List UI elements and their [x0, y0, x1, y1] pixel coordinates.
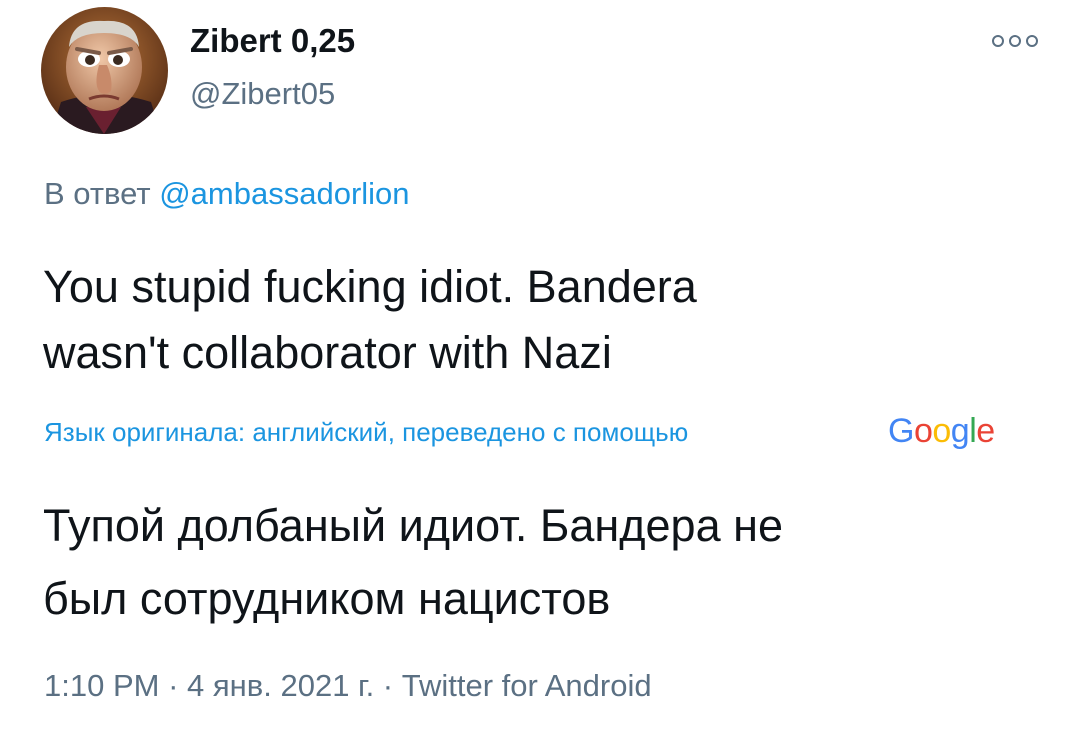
author-handle[interactable]: @Zibert05 [190, 76, 335, 112]
avatar-image [41, 7, 168, 134]
tweet-time[interactable]: 1:10 PM [44, 668, 159, 703]
tweet: Zibert 0,25 @Zibert05 В ответ @ambassado… [0, 0, 1080, 751]
tweet-source-link[interactable]: Twitter for Android [402, 668, 652, 703]
google-logo: Google [888, 412, 995, 450]
reply-prefix: В ответ [44, 176, 151, 211]
translation-note[interactable]: Язык оригинала: английский, переведено с… [44, 417, 688, 448]
tweet-text-line: wasn't collaborator with Nazi [43, 327, 612, 378]
author-display-name[interactable]: Zibert 0,25 [190, 22, 355, 60]
meta-separator: · [374, 668, 402, 703]
more-options-icon [992, 35, 1038, 47]
tweet-meta: 1:10 PM · 4 янв. 2021 г. · Twitter for A… [44, 668, 652, 704]
reply-context: В ответ @ambassadorlion [44, 176, 410, 212]
tweet-text-line: You stupid fucking idiot. Bandera [43, 261, 697, 312]
tweet-date[interactable]: 4 янв. 2021 г. [187, 668, 374, 703]
reply-mention-link[interactable]: @ambassadorlion [159, 176, 409, 211]
translated-text: Тупой долбаный идиот. Бандера не был сот… [43, 489, 1053, 635]
avatar[interactable] [41, 7, 168, 134]
translated-text-line: Тупой долбаный идиот. Бандера не [43, 500, 783, 551]
meta-separator: · [159, 668, 188, 703]
tweet-text: You stupid fucking idiot. Bandera wasn't… [43, 254, 1043, 386]
more-options-button[interactable] [988, 26, 1042, 56]
translated-text-line: был сотрудником нацистов [43, 573, 611, 624]
